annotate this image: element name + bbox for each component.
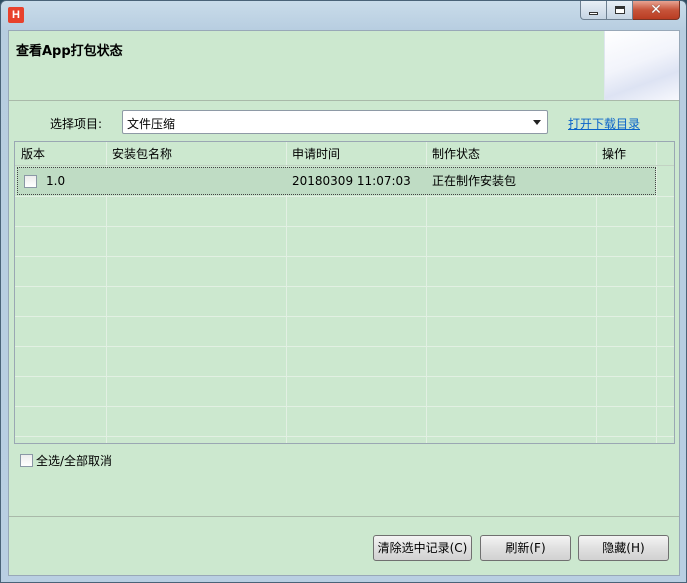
- header-banner-image: [604, 31, 679, 100]
- project-select-label: 选择项目:: [50, 117, 103, 131]
- clear-selected-button[interactable]: 清除选中记录(C): [373, 535, 472, 561]
- dropdown-arrow-icon[interactable]: [533, 120, 541, 125]
- row-divider: [15, 376, 674, 377]
- dialog-window: H ✕ 查看App打包状态 选择项目: 文件压缩 打开下载目录 版本 安装包名称…: [0, 0, 687, 583]
- row-checkbox[interactable]: [24, 175, 37, 188]
- row-build-status: 正在制作安装包: [432, 174, 517, 188]
- package-status-table: 版本 安装包名称 申请时间 制作状态 操作 1.0 20180309 11:07…: [14, 141, 675, 444]
- table-row[interactable]: 1.0 20180309 11:07:03 正在制作安装包: [17, 167, 656, 195]
- column-divider: [656, 142, 657, 443]
- column-header-action[interactable]: 操作: [596, 142, 626, 166]
- select-all-checkbox[interactable]: [20, 454, 33, 467]
- minimize-icon: [589, 11, 598, 15]
- dialog-header: 查看App打包状态: [9, 31, 679, 101]
- hide-button[interactable]: 隐藏(H): [578, 535, 669, 561]
- page-title: 查看App打包状态: [16, 44, 123, 59]
- select-all-toggle[interactable]: 全选/全部取消: [20, 452, 112, 469]
- refresh-button[interactable]: 刷新(F): [480, 535, 571, 561]
- select-all-label[interactable]: 全选/全部取消: [36, 452, 112, 469]
- app-logo-icon: H: [8, 7, 24, 23]
- row-divider: [15, 196, 674, 197]
- row-divider: [15, 436, 674, 437]
- project-select[interactable]: 文件压缩: [122, 110, 548, 134]
- close-button[interactable]: ✕: [633, 1, 680, 20]
- project-select-value: 文件压缩: [127, 117, 176, 131]
- column-header-package-name[interactable]: 安装包名称: [106, 142, 172, 166]
- column-header-build-status[interactable]: 制作状态: [426, 142, 480, 166]
- row-version: 1.0: [46, 174, 66, 188]
- row-divider: [15, 316, 674, 317]
- footer-divider: [9, 516, 679, 517]
- row-divider: [15, 286, 674, 287]
- row-divider: [15, 346, 674, 347]
- window-controls: ✕: [580, 1, 680, 21]
- minimize-button[interactable]: [580, 1, 607, 20]
- open-download-folder-link[interactable]: 打开下载目录: [568, 115, 640, 132]
- row-divider: [15, 256, 674, 257]
- dialog-body: 查看App打包状态 选择项目: 文件压缩 打开下载目录 版本 安装包名称 申请时…: [8, 30, 680, 576]
- maximize-button[interactable]: [607, 1, 633, 20]
- table-header: 版本 安装包名称 申请时间 制作状态 操作: [15, 142, 674, 166]
- column-header-request-time[interactable]: 申请时间: [286, 142, 340, 166]
- title-bar[interactable]: H ✕: [1, 1, 686, 29]
- close-icon: ✕: [650, 2, 662, 18]
- column-header-version[interactable]: 版本: [15, 142, 45, 166]
- maximize-icon: [614, 6, 625, 14]
- row-request-time: 20180309 11:07:03: [292, 174, 411, 188]
- row-divider: [15, 406, 674, 407]
- row-divider: [15, 226, 674, 227]
